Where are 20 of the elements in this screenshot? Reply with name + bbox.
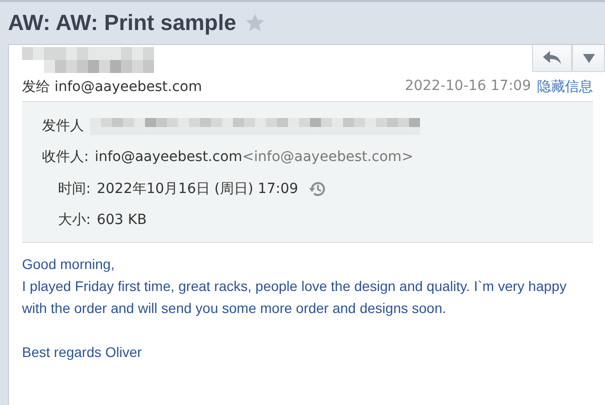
caret-icon (582, 54, 594, 62)
hide-details-link[interactable]: 隐藏信息 (537, 78, 593, 96)
size-value: 603 KB (96, 212, 147, 228)
more-button[interactable] (572, 45, 605, 72)
recipient-name: info@aayeebest.com (94, 149, 242, 166)
time-value: 2022年10月16日 (周日) 17:09 (96, 180, 298, 198)
recipient-summary: 发给 info@aayeebest.com (22, 78, 202, 96)
field-label: 大小: (58, 211, 91, 230)
reply-button[interactable] (532, 45, 572, 72)
email-subject: AW: AW: Print sample (8, 10, 236, 36)
history-icon[interactable] (308, 180, 326, 198)
field-label: 时间: (58, 180, 91, 198)
star-icon[interactable] (244, 12, 266, 34)
recipient-address: <info@aayeebest.com> (242, 149, 414, 166)
date-text: 2022-10-16 17:09 (404, 78, 531, 96)
field-label: 收件人: (42, 148, 89, 166)
field-label: 发件人 (42, 116, 84, 135)
message-paragraph: Best regards Oliver (22, 343, 143, 362)
reply-icon (543, 51, 561, 65)
message-paragraph: Good morning, I played Friday first time, great racks, people love the design and quality. I`m very happy with the order and will send you some more order and designs soon. (22, 255, 568, 318)
